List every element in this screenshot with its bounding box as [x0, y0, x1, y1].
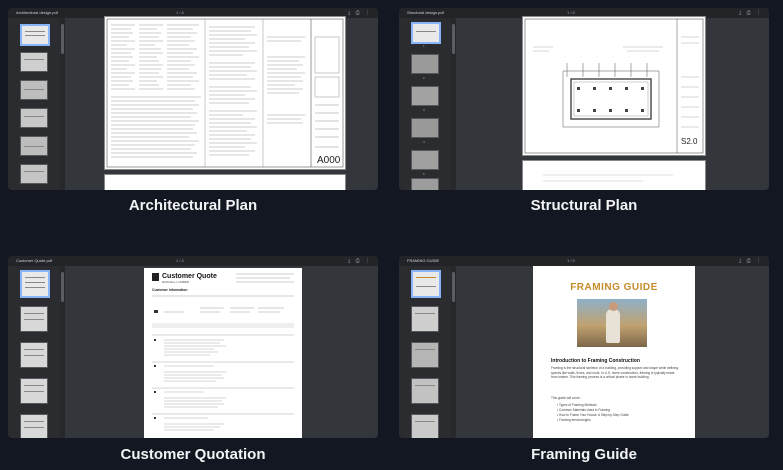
document-page: A000	[104, 16, 346, 170]
bullet-text: Framing terminologies	[559, 418, 591, 422]
caption-structural: Structural Plan	[530, 197, 638, 214]
bullet-text: Types of Framing Methods	[558, 403, 597, 407]
quote-body	[152, 273, 294, 431]
page-counter[interactable]: 1 / 5	[567, 258, 575, 264]
pdf-viewer-framing: FRAMING GUIDE 1 / 5 ⤓ ⎙ ⋮ FRAMING GUIDE …	[399, 256, 769, 438]
person-figure	[606, 309, 620, 343]
thumbnail-page[interactable]	[411, 306, 439, 332]
thumbnail-page[interactable]	[411, 54, 439, 74]
thumbnail-page[interactable]	[20, 414, 48, 438]
thumbnail-page[interactable]	[20, 136, 48, 156]
thumbnail-page[interactable]	[411, 150, 439, 170]
toolbar-icons[interactable]: ⤓ ⎙ ⋮	[739, 258, 763, 264]
sheet-number: S2.0	[681, 137, 698, 146]
file-name: FRAMING GUIDE	[407, 258, 440, 263]
thumbnail-page[interactable]	[20, 164, 48, 184]
thumbnail-page[interactable]	[20, 342, 48, 368]
architectural-sheet-drawing	[106, 18, 344, 168]
caption-architectural: Architectural Plan	[128, 197, 258, 214]
thumbnail-sidebar	[8, 266, 60, 438]
thumbnail-page[interactable]	[411, 118, 439, 138]
thumbnail-sidebar	[8, 18, 60, 190]
document-page-next	[522, 160, 706, 190]
bullet-item: • How to Frame Your House: A Step-by-Ste…	[557, 413, 629, 417]
person-head	[609, 302, 618, 311]
toolbar-icons[interactable]: ⤓ ⎙ ⋮	[739, 10, 763, 16]
sheet-number: A000	[317, 155, 341, 166]
scrollbar[interactable]	[60, 266, 65, 438]
cover-photo	[577, 299, 647, 347]
thumbnail-page[interactable]	[411, 414, 439, 438]
page-counter[interactable]: 1 / 4	[176, 258, 184, 264]
thumbnail-sidebar	[399, 266, 451, 438]
toolbar-icons[interactable]: ⤓ ⎙ ⋮	[348, 10, 372, 16]
thumbnail-page[interactable]	[20, 306, 48, 332]
viewer-toolbar: Customer Quote.pdf 1 / 4 ⤓ ⎙ ⋮	[8, 256, 378, 266]
pdf-viewer-quotation: Customer Quote.pdf 1 / 4 ⤓ ⎙ ⋮ Customer …	[8, 256, 378, 438]
scrollbar[interactable]	[451, 266, 456, 438]
thumbnail-page-number: 3	[423, 108, 425, 112]
pdf-viewer-structural: Structural design.pdf 1 / 6 ⤓ ⎙ ⋮ 1 2 3 …	[399, 8, 769, 190]
thumbnail-page-number: 1	[423, 44, 425, 48]
file-name: Architectural design.pdf	[16, 10, 58, 15]
intro-paragraph: Framing is the structural skeleton of a …	[551, 366, 679, 380]
thumbnail-page[interactable]	[411, 378, 439, 404]
next-page-preview	[543, 174, 673, 182]
document-page: S2.0	[522, 16, 706, 156]
document-page: Customer Quote RANDALL LUMBER Customer I…	[144, 268, 302, 438]
viewer-toolbar: FRAMING GUIDE 1 / 5 ⤓ ⎙ ⋮	[399, 256, 769, 266]
thumbnail-page-number: 5	[423, 172, 425, 176]
caption-framing: Framing Guide	[531, 446, 637, 463]
intro-heading: Introduction to Framing Construction	[551, 358, 640, 364]
scrollbar[interactable]	[60, 18, 65, 190]
toolbar-icons[interactable]: ⤓ ⎙ ⋮	[348, 258, 372, 264]
bullet-item: • Framing terminologies	[557, 418, 591, 422]
list-lead: This guide will cover:	[551, 396, 581, 400]
bullet-item: • Common Materials Used in Framing	[557, 408, 611, 412]
thumbnail-page-number: 4	[423, 140, 425, 144]
structural-sheet-drawing	[524, 18, 704, 154]
thumbnail-page[interactable]	[411, 22, 441, 44]
thumbnail-page[interactable]	[20, 270, 50, 298]
caption-quotation: Customer Quotation	[120, 446, 266, 463]
thumbnail-page[interactable]	[20, 80, 48, 100]
guide-title: FRAMING GUIDE	[570, 282, 658, 293]
thumbnail-page[interactable]	[20, 24, 50, 46]
bullet-text: How to Frame Your House: A Step-by-Step …	[559, 413, 629, 417]
thumbnail-page-number: 2	[423, 76, 425, 80]
file-name: Customer Quote.pdf	[16, 258, 53, 263]
scrollbar[interactable]	[451, 18, 456, 190]
thumbnail-page[interactable]	[411, 178, 439, 190]
thumbnail-sidebar: 1 2 3 4 5	[399, 18, 451, 190]
thumbnail-page[interactable]	[20, 108, 48, 128]
thumbnail-page[interactable]	[20, 52, 48, 72]
file-name: Structural design.pdf	[407, 10, 444, 15]
bullet-text: Common Materials Used in Framing	[559, 408, 611, 412]
thumbnail-page[interactable]	[411, 86, 439, 106]
bullet-item: • Types of Framing Methods	[557, 403, 597, 407]
document-page: FRAMING GUIDE Introduction to Framing Co…	[533, 266, 695, 438]
thumbnail-page[interactable]	[411, 342, 439, 368]
pdf-viewer-architectural: Architectural design.pdf 1 / 6 ⤓ ⎙ ⋮ A00…	[8, 8, 378, 190]
thumbnail-page[interactable]	[411, 270, 441, 298]
document-page-next	[104, 174, 346, 190]
thumbnail-page[interactable]	[20, 378, 48, 404]
